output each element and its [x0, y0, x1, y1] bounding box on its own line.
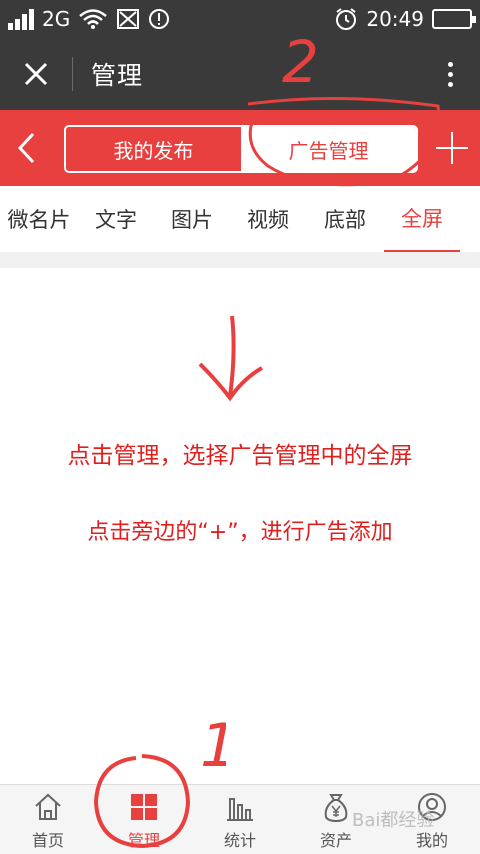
segment-my-posts[interactable]: 我的发布: [66, 127, 241, 171]
bar-chart-icon: [227, 798, 253, 821]
title-divider: [72, 57, 73, 91]
svg-text:2: 2: [282, 30, 319, 90]
tab-image[interactable]: 图片: [154, 186, 230, 252]
nav-label-home: 首页: [31, 831, 64, 850]
annotation-circle-manage: [93, 754, 191, 849]
chevron-left-icon: [17, 132, 35, 164]
nav-label-stats: 统计: [223, 831, 256, 850]
screen: 2G 20:49 管理 我的发布 广告管理 微名片 文字 图片 视频 底部 全屏…: [0, 0, 480, 854]
category-tabs: 微名片 文字 图片 视频 底部 全屏: [0, 186, 480, 252]
tab-bottom[interactable]: 底部: [306, 186, 384, 252]
battery-icon: [432, 9, 476, 29]
annotation-number-1: 1: [200, 711, 226, 774]
clock-time: 20:49: [366, 7, 424, 31]
sim-icon: [117, 9, 140, 29]
page-title: 管理: [91, 61, 144, 90]
back-button[interactable]: [0, 110, 52, 186]
instruction-text-1: 点击管理，选择广告管理中的全屏: [67, 443, 413, 469]
annotation-circle-ad-management: [247, 96, 441, 187]
nav-label-assets: 资产: [319, 831, 352, 850]
nav-item-stats[interactable]: 统计: [192, 785, 288, 854]
instruction-text-2: 点击旁边的“+”，进行广告添加: [87, 520, 393, 545]
signal-icon: [8, 8, 34, 30]
alarm-icon: [336, 8, 357, 30]
close-icon: [24, 62, 48, 86]
status-bar: 2G 20:49: [0, 0, 480, 38]
svg-text:1: 1: [200, 711, 226, 774]
network-type: 2G: [42, 7, 71, 31]
annotation-number-2: 2: [282, 30, 319, 90]
annotation-down-arrow: [198, 315, 263, 402]
tab-fullscreen[interactable]: 全屏: [384, 186, 460, 252]
tab-business-card[interactable]: 微名片: [0, 186, 78, 252]
close-button[interactable]: [0, 38, 72, 110]
nav-item-home[interactable]: 首页: [0, 785, 96, 854]
money-bag-icon: [324, 794, 348, 823]
watermark-logo: Bai都经验: [352, 810, 435, 831]
tab-video[interactable]: 视频: [230, 186, 306, 252]
wifi-icon: [79, 9, 108, 29]
home-icon: [35, 793, 61, 820]
tab-text[interactable]: 文字: [78, 186, 154, 252]
alert-icon: [149, 9, 170, 29]
divider-bar: [0, 252, 480, 268]
